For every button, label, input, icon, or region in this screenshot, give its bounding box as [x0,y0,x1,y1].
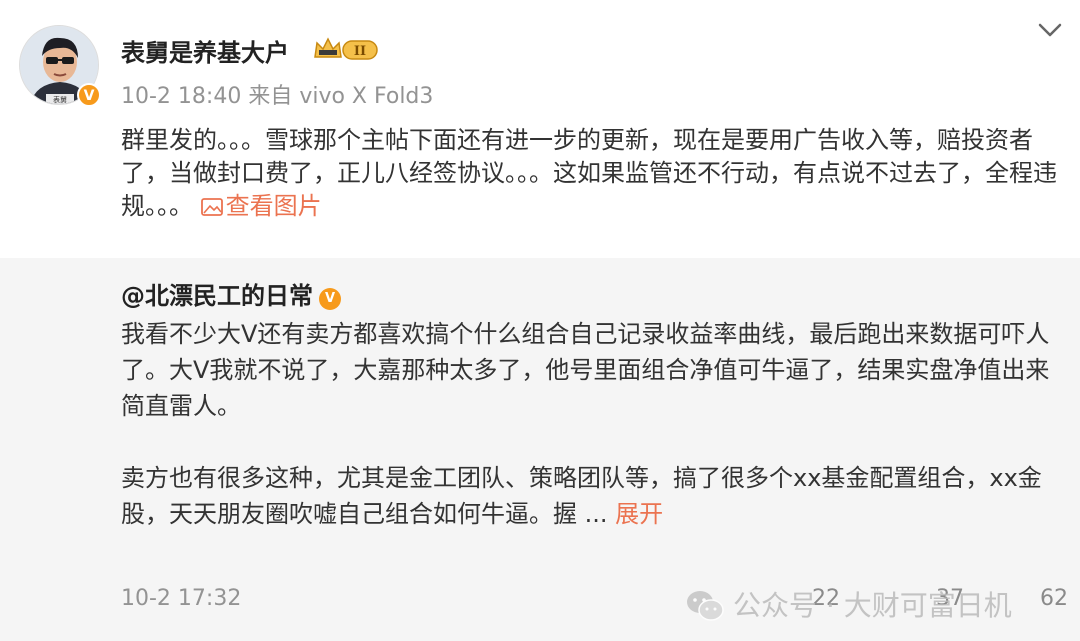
repost-author-name[interactable]: @北漂民工的日常 [121,282,313,310]
repost-author[interactable]: @北漂民工的日常 V [121,276,341,311]
avatar-caption: 表舅 [53,95,67,104]
post-timestamp[interactable]: 10-2 18:40 [121,84,241,109]
view-images-label: 查看图片 [225,192,322,220]
watermark: 公众号 · 大财可富日机 [685,584,1012,624]
verified-badge-icon: V [77,83,101,107]
wechat-icon [687,591,724,621]
repost-paragraph-2: 卖方也有很多这种，尤其是金工团队、策略团队等，搞了很多个xx基金配置组合，xx金… [121,464,1042,528]
repost-timestamp[interactable]: 10-2 17:32 [121,586,241,611]
watermark-text: 公众号 · 大财可富日机 [733,589,1012,622]
repost-paragraph-1: 我看不少大V还有卖方都喜欢搞个什么组合自己记录收益率曲线，最后跑出来数据可吓人了… [121,320,1050,420]
level-badge-label: II [354,44,366,59]
post-body: 群里发的。。。雪球那个主帖下面还有进一步的更新，现在是要用广告收入等，赔投资者了… [121,124,1066,223]
like-count[interactable]: 62 [1040,586,1068,611]
user-avatar[interactable]: 表舅 V [19,25,101,107]
expand-link[interactable]: 展开 [615,500,663,528]
image-icon [200,198,223,216]
post-username[interactable]: 表舅是养基大户 [121,33,289,68]
post-source: 来自 vivo X Fold3 [248,84,434,109]
repost-paragraph-2-container: 卖方也有很多这种，尤其是金工团队、策略团队等，搞了很多个xx基金配置组合，xx金… [121,460,1071,532]
crown-level-badge-icon[interactable]: II [313,35,379,63]
view-images-link[interactable]: 查看图片 [200,192,322,220]
post-meta: 10-2 18:40 来自 vivo X Fold3 [121,78,433,110]
repost-body: 我看不少大V还有卖方都喜欢搞个什么组合自己记录收益率曲线，最后跑出来数据可吓人了… [121,316,1071,532]
chevron-down-icon[interactable] [1036,18,1064,42]
repost-verified-badge-icon: V [319,288,341,310]
